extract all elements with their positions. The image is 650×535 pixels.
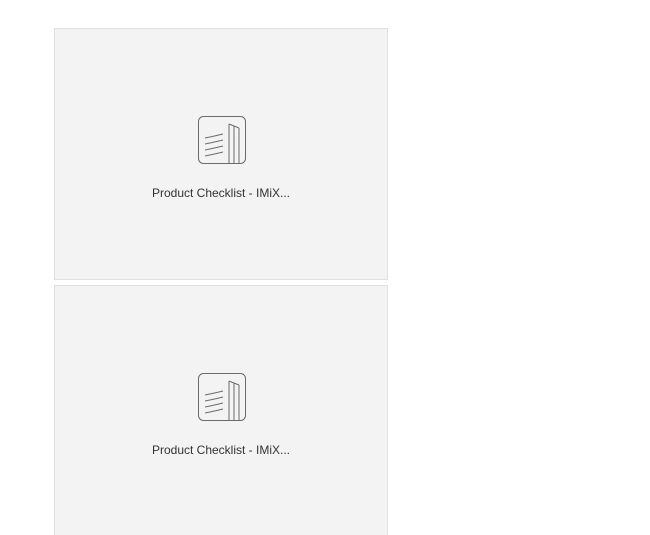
document-pages-icon: [198, 373, 246, 421]
document-pages-icon: [198, 116, 246, 164]
file-card-title: Product Checklist - IMiX...: [151, 186, 291, 200]
file-card[interactable]: Product Checklist - IMiX...: [54, 28, 388, 280]
file-card[interactable]: Product Checklist - IMiX...: [54, 285, 388, 535]
file-card-title: Product Checklist - IMiX...: [151, 443, 291, 457]
page: Product Checklist - IMiX... Product Chec…: [0, 0, 650, 535]
